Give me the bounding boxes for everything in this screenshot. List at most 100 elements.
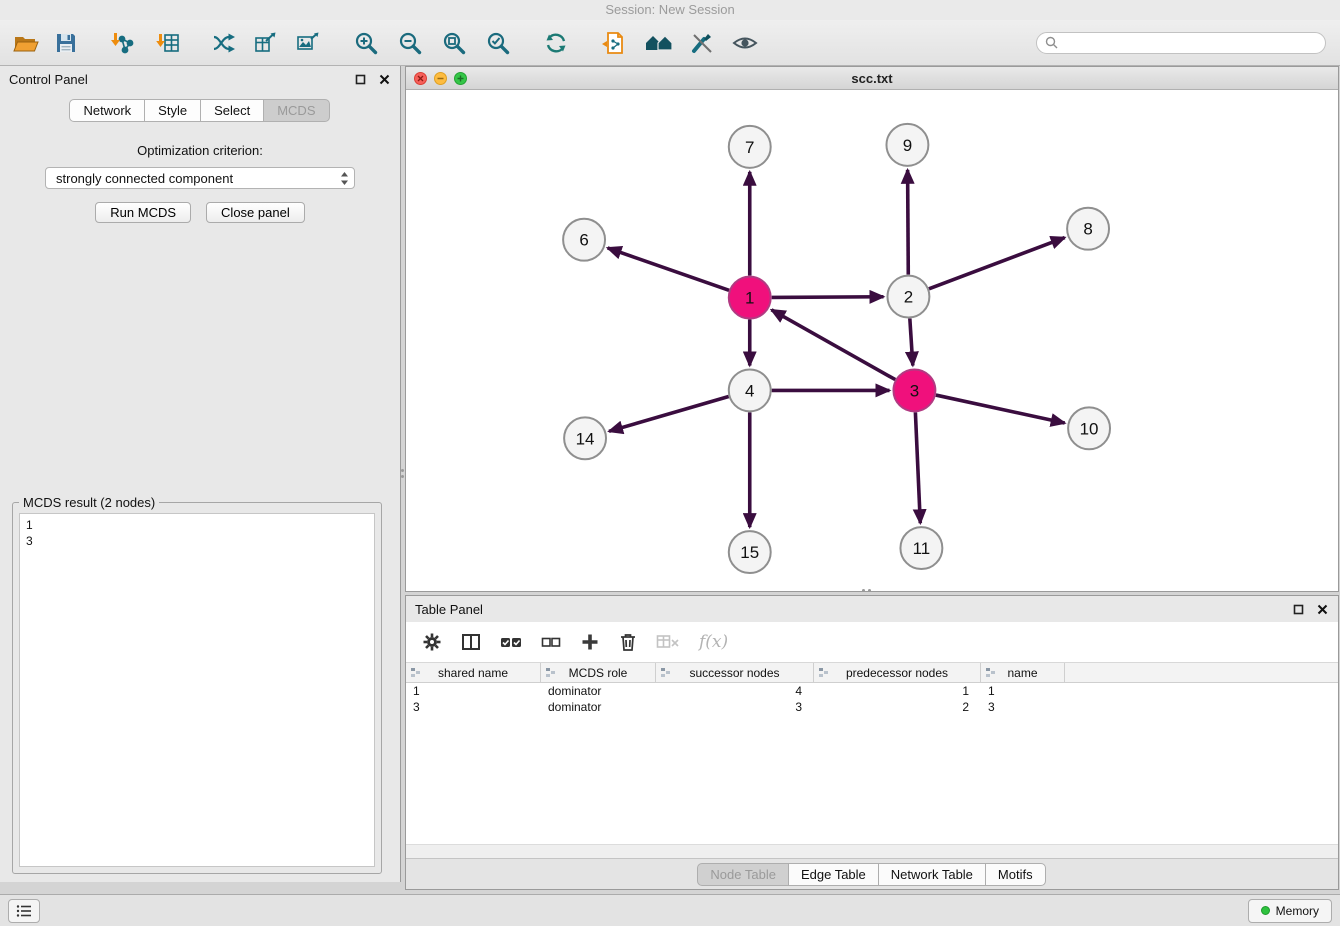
- table-row[interactable]: 3dominator323: [406, 699, 1338, 715]
- table-cell[interactable]: 3: [406, 700, 541, 714]
- column-attribute-icon: [660, 667, 671, 678]
- zoom-out-icon[interactable]: [396, 28, 424, 58]
- network-view-window: scc.txt 7 9 6 8 1 2 4 3 14 10 15 11: [405, 66, 1339, 592]
- window-title: Session: New Session: [605, 2, 734, 17]
- network-canvas[interactable]: 7 9 6 8 1 2 4 3 14 10 15 11: [406, 90, 1338, 592]
- window-minimize-icon[interactable]: [434, 72, 447, 85]
- tab-select[interactable]: Select: [200, 99, 264, 122]
- function-builder-icon: f(x): [699, 632, 728, 652]
- float-table-panel-icon[interactable]: [1291, 602, 1305, 616]
- show-graphics-details-icon[interactable]: [688, 28, 716, 58]
- task-history-button[interactable]: [8, 899, 40, 923]
- graph-node-1[interactable]: 1: [729, 277, 771, 319]
- mcds-result-title: MCDS result (2 nodes): [19, 495, 159, 510]
- table-cell[interactable]: 3: [656, 700, 814, 714]
- optimization-criterion-select[interactable]: strongly connected component: [45, 167, 355, 189]
- table-cell[interactable]: 2: [814, 700, 981, 714]
- zoom-in-icon[interactable]: [352, 28, 380, 58]
- tab-style[interactable]: Style: [144, 99, 201, 122]
- table-cell[interactable]: 4: [656, 684, 814, 698]
- graph-node-10[interactable]: 10: [1068, 407, 1110, 449]
- tab-motifs[interactable]: Motifs: [985, 863, 1046, 886]
- table-cell[interactable]: 3: [981, 700, 1065, 714]
- graph-node-2[interactable]: 2: [887, 276, 929, 318]
- window-zoom-icon[interactable]: [454, 72, 467, 85]
- tab-network-table[interactable]: Network Table: [878, 863, 986, 886]
- column-header-shared-name[interactable]: shared name: [406, 663, 541, 682]
- import-table-icon[interactable]: [154, 28, 182, 58]
- column-header-name[interactable]: name: [981, 663, 1065, 682]
- graph-node-8[interactable]: 8: [1067, 208, 1109, 250]
- toggle-columns-icon[interactable]: [461, 633, 481, 651]
- export-image-icon[interactable]: [294, 28, 322, 58]
- graph-edge-4-14[interactable]: [609, 397, 729, 432]
- zoom-fit-icon[interactable]: [440, 28, 468, 58]
- refresh-icon[interactable]: [542, 28, 570, 58]
- graph-node-14[interactable]: 14: [564, 417, 606, 459]
- graph-edge-2-8[interactable]: [929, 238, 1065, 289]
- column-header-predecessor-nodes[interactable]: predecessor nodes: [814, 663, 981, 682]
- memory-button-label: Memory: [1276, 904, 1319, 918]
- graph-edge-1-2[interactable]: [772, 297, 884, 298]
- export-table-icon[interactable]: [252, 28, 280, 58]
- graph-edge-2-9[interactable]: [908, 170, 909, 275]
- deselect-all-columns-icon[interactable]: [541, 634, 561, 650]
- close-table-panel-icon[interactable]: [1315, 602, 1329, 616]
- column-header-label: successor nodes: [689, 666, 779, 680]
- select-all-columns-icon[interactable]: [500, 634, 522, 650]
- graph-node-9[interactable]: 9: [886, 124, 928, 166]
- save-session-icon[interactable]: [52, 28, 80, 58]
- graph-node-15[interactable]: 15: [729, 531, 771, 573]
- zoom-selected-icon[interactable]: [484, 28, 512, 58]
- graph-edge-3-11[interactable]: [915, 412, 920, 523]
- add-column-icon[interactable]: [580, 632, 600, 652]
- graph-node-4[interactable]: 4: [729, 369, 771, 411]
- vertical-splitter-handle[interactable]: [400, 465, 405, 481]
- float-panel-icon[interactable]: [353, 72, 367, 86]
- control-panel-header: Control Panel: [0, 66, 400, 92]
- graph-edge-1-6[interactable]: [608, 248, 729, 290]
- graph-node-7[interactable]: 7: [729, 126, 771, 168]
- search-input[interactable]: [1063, 35, 1317, 51]
- graph-node-3[interactable]: 3: [893, 369, 935, 411]
- import-network-icon[interactable]: [108, 28, 136, 58]
- graph-edge-2-3[interactable]: [910, 319, 913, 366]
- table-cell[interactable]: 1: [406, 684, 541, 698]
- network-window-titlebar: scc.txt: [406, 67, 1338, 90]
- svg-text:6: 6: [579, 231, 588, 250]
- graph-edge-3-1[interactable]: [771, 310, 895, 380]
- open-session-icon[interactable]: [12, 28, 40, 58]
- run-mcds-button[interactable]: Run MCDS: [95, 202, 191, 223]
- graph-node-11[interactable]: 11: [900, 527, 942, 569]
- close-panel-icon[interactable]: [377, 72, 391, 86]
- first-neighbors-icon[interactable]: [642, 28, 676, 58]
- table-panel-header: Table Panel: [406, 596, 1338, 622]
- table-horizontal-scrollbar[interactable]: [406, 844, 1338, 858]
- table-settings-gear-icon[interactable]: [422, 632, 442, 652]
- table-cell[interactable]: 1: [814, 684, 981, 698]
- memory-button[interactable]: Memory: [1248, 899, 1332, 923]
- svg-text:1: 1: [745, 289, 754, 308]
- graph-node-6[interactable]: 6: [563, 219, 605, 261]
- search-field[interactable]: [1036, 32, 1326, 54]
- svg-text:2: 2: [904, 288, 913, 307]
- window-close-icon[interactable]: [414, 72, 427, 85]
- table-cell[interactable]: dominator: [541, 700, 656, 714]
- close-panel-button[interactable]: Close panel: [206, 202, 305, 223]
- table-cell[interactable]: 1: [981, 684, 1065, 698]
- table-cell[interactable]: dominator: [541, 684, 656, 698]
- horizontal-splitter-handle[interactable]: [858, 588, 874, 593]
- graph-edge-3-10[interactable]: [936, 395, 1065, 423]
- tab-edge-table[interactable]: Edge Table: [788, 863, 879, 886]
- table-row[interactable]: 1dominator411: [406, 683, 1338, 699]
- column-header-MCDS-role[interactable]: MCDS role: [541, 663, 656, 682]
- tab-network[interactable]: Network: [69, 99, 145, 122]
- tab-node-table[interactable]: Node Table: [697, 863, 789, 886]
- show-hide-eye-icon[interactable]: [730, 28, 760, 58]
- new-network-icon[interactable]: [210, 28, 238, 58]
- network-window-title: scc.txt: [406, 71, 1338, 86]
- column-header-successor-nodes[interactable]: successor nodes: [656, 663, 814, 682]
- tab-mcds[interactable]: MCDS: [263, 99, 329, 122]
- delete-column-trash-icon[interactable]: [619, 632, 637, 652]
- copy-network-icon[interactable]: [600, 28, 628, 58]
